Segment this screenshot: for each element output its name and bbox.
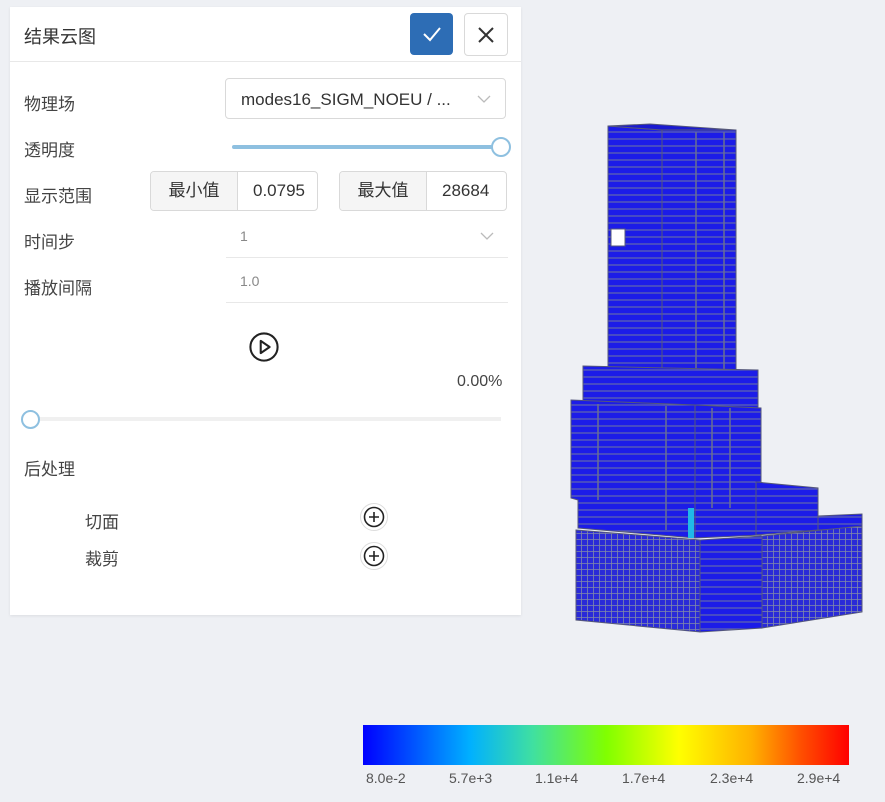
close-button[interactable]: [464, 13, 508, 56]
plus-circle-icon: [363, 506, 385, 528]
timestep-select[interactable]: 1: [226, 213, 508, 258]
add-section-button[interactable]: [360, 503, 388, 531]
physics-select[interactable]: modes16_SIGM_NOEU / ...: [225, 78, 506, 119]
legend-tick: 5.7e+3: [449, 770, 493, 786]
interval-label: 播放间隔: [24, 279, 92, 298]
clip-label: 裁剪: [85, 550, 119, 569]
min-label: 最小值: [151, 172, 238, 210]
chevron-down-icon: [477, 95, 491, 103]
tower-left-face: [607, 125, 663, 379]
tower-front-face: [661, 129, 737, 379]
plus-circle-icon: [363, 545, 385, 567]
legend-tick: 1.1e+4: [535, 770, 579, 786]
legend-tick: 8.0e-2: [366, 770, 406, 786]
interval-value: 1.0: [240, 273, 260, 289]
panel-title: 结果云图: [24, 27, 96, 47]
timestep-label: 时间步: [24, 233, 75, 252]
legend-tick: 2.3e+4: [710, 770, 754, 786]
opacity-label: 透明度: [24, 141, 75, 160]
physics-value: modes16_SIGM_NOEU / ...: [241, 90, 451, 109]
play-button[interactable]: [249, 332, 279, 362]
physics-label: 物理场: [24, 95, 75, 114]
min-value-group: 最小值 0.0795: [150, 171, 318, 211]
timestep-value: 1: [240, 228, 248, 244]
middle-block-right: [694, 404, 762, 539]
stress-hotspot: [688, 508, 694, 538]
legend-tick: 1.7e+4: [622, 770, 666, 786]
building-model-view[interactable]: [560, 110, 880, 640]
postprocess-label: 后处理: [24, 460, 75, 479]
podium-left-face: [575, 529, 701, 633]
panel-header: 结果云图: [10, 7, 521, 62]
podium-right-face: [761, 525, 863, 629]
annex-upper: [755, 481, 819, 536]
progress-slider-track[interactable]: [30, 417, 501, 421]
opacity-slider-handle[interactable]: [491, 137, 511, 157]
max-label: 最大值: [340, 172, 427, 210]
min-value-input[interactable]: 0.0795: [238, 172, 317, 210]
color-legend-bar: [363, 725, 849, 765]
legend-tick: 2.9e+4: [797, 770, 841, 786]
result-contour-panel: 结果云图 物理场 modes16_SIGM_NOEU / ... 透明度 显示范…: [10, 7, 521, 615]
max-value-group: 最大值 28684: [339, 171, 507, 211]
close-icon: [478, 26, 494, 43]
interval-input[interactable]: 1.0: [226, 258, 508, 303]
opacity-slider-track[interactable]: [232, 145, 500, 149]
range-label: 显示范围: [24, 187, 92, 206]
middle-block-left: [570, 399, 696, 539]
max-value-input[interactable]: 28684: [427, 172, 506, 210]
progress-slider-handle[interactable]: [21, 410, 40, 429]
progress-percent: 0.00%: [457, 373, 503, 390]
chevron-down-icon: [480, 232, 494, 240]
check-icon: [422, 27, 441, 42]
tower-window: [610, 228, 626, 247]
confirm-button[interactable]: [410, 13, 453, 55]
add-clip-button[interactable]: [360, 542, 388, 570]
section-label: 切面: [85, 513, 119, 532]
podium-front-face: [699, 535, 763, 633]
